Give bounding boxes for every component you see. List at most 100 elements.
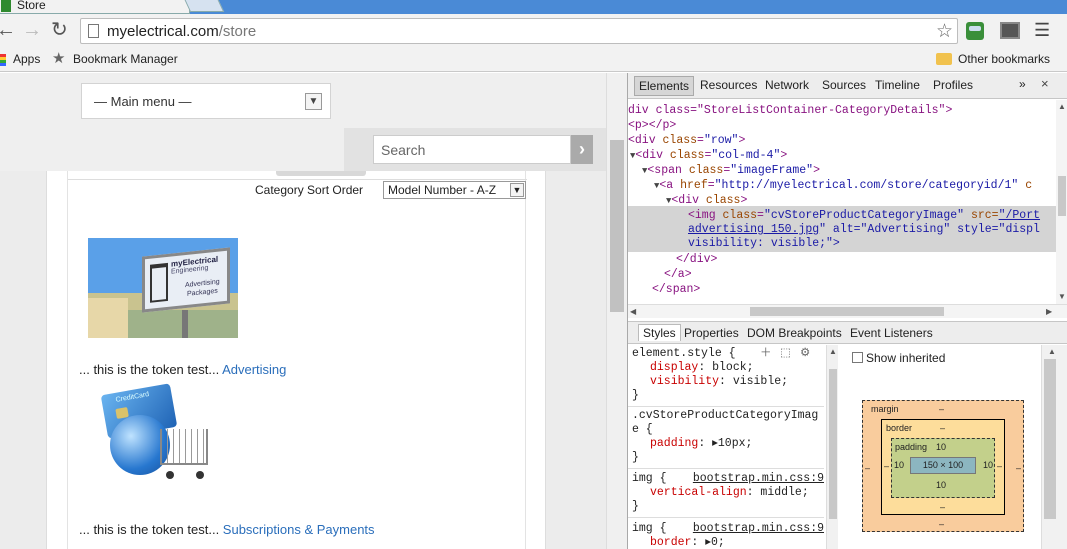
tab-properties[interactable]: Properties: [684, 326, 739, 340]
list-item: ... this is the token test... Advertisin…: [79, 362, 286, 377]
advertising-image[interactable]: myElectrical Engineering Advertising Pac…: [88, 238, 238, 338]
scrollbar-thumb[interactable]: [610, 140, 624, 312]
scrollbar-thumb[interactable]: [829, 369, 837, 519]
url-text[interactable]: myelectrical.com/store: [107, 23, 256, 40]
box-model-content[interactable]: 150 × 100: [910, 457, 976, 474]
scrollbar-thumb[interactable]: [1044, 359, 1056, 519]
rule-selector: element.style {: [632, 347, 736, 360]
style-rule[interactable]: .cvStoreProductCategoryImag e { padding:…: [632, 409, 824, 465]
dom-vertical-scrollbar[interactable]: ▲ ▼: [1056, 100, 1067, 304]
add-rule-icon[interactable]: ＋: [760, 347, 772, 361]
dom-line[interactable]: ▼<div class>: [666, 193, 747, 208]
tab-sources[interactable]: Sources: [822, 78, 866, 92]
box-model-margin[interactable]: margin – – – – border – – – – padding 10…: [862, 400, 1024, 532]
box-model-border[interactable]: border – – – – padding 10 10 10 10 150 ×…: [881, 419, 1005, 515]
tab-event-listeners[interactable]: Event Listeners: [850, 326, 933, 340]
style-rule[interactable]: img {bootstrap.min.css:9 vertical-align:…: [632, 472, 824, 514]
style-rule[interactable]: element.style { ＋ ⬚ ⚙ display: block; vi…: [632, 347, 824, 403]
tab-timeline[interactable]: Timeline: [875, 78, 920, 92]
tab-dom-breakpoints[interactable]: DOM Breakpoints: [747, 326, 842, 340]
stylesheet-link[interactable]: bootstrap.min.css:9: [693, 472, 824, 486]
divider: [628, 406, 824, 407]
scroll-down-icon[interactable]: ▼: [1058, 292, 1066, 301]
tab-network[interactable]: Network: [765, 78, 809, 92]
billboard-text: Packages: [187, 287, 218, 298]
bookmark-apps[interactable]: Apps: [13, 52, 40, 66]
divider: [628, 468, 824, 469]
address-bar[interactable]: myelectrical.com/store ☆: [80, 18, 958, 44]
category-link-subscriptions[interactable]: Subscriptions & Payments: [223, 522, 375, 537]
box-model-padding[interactable]: padding 10 10 10 10 150 × 100: [891, 438, 995, 498]
dom-line[interactable]: ▼<span class="imageFrame">: [642, 163, 820, 178]
dom-line-selected[interactable]: <img class="cvStoreProductCategoryImage"…: [688, 208, 1040, 223]
category-link-advertising[interactable]: Advertising: [222, 362, 286, 377]
chevron-down-icon[interactable]: ▼: [305, 93, 322, 110]
page-viewport: — Main menu — ▼ › Category Sort Order Mo…: [0, 73, 627, 549]
sort-label: Category Sort Order: [255, 183, 364, 197]
dom-line[interactable]: div class="StoreListContainer-CategoryDe…: [628, 103, 952, 118]
styles-scrollbar[interactable]: ▲: [826, 345, 838, 549]
checkbox[interactable]: [852, 352, 863, 363]
menu-icon[interactable]: ☰: [1034, 20, 1050, 41]
metrics-pane: Show inherited margin – – – – border – –…: [840, 345, 1040, 549]
reload-icon[interactable]: ↻: [51, 20, 68, 40]
style-rule[interactable]: img {bootstrap.min.css:9 border: ▸0;: [632, 522, 824, 549]
monitor-extension-icon[interactable]: [1000, 22, 1020, 39]
scrollbar-thumb[interactable]: [1058, 176, 1066, 216]
search-arrow-icon[interactable]: ›: [571, 135, 593, 164]
close-icon[interactable]: ×: [1041, 76, 1049, 91]
sort-order-select[interactable]: Model Number - A-Z ▼: [383, 181, 526, 199]
tab-profiles[interactable]: Profiles: [933, 78, 973, 92]
scroll-up-icon[interactable]: ▲: [829, 347, 837, 356]
element-state-icon[interactable]: ⬚: [780, 347, 791, 361]
main-menu-select[interactable]: — Main menu — ▼: [81, 83, 331, 119]
browser-tab[interactable]: Store: [0, 0, 190, 14]
chevron-down-icon[interactable]: ▼: [510, 183, 524, 197]
dom-line[interactable]: </div>: [676, 252, 717, 267]
forward-icon[interactable]: →: [22, 20, 42, 40]
divider: [68, 179, 527, 180]
dom-horizontal-scrollbar[interactable]: ◀ ▶: [628, 304, 1067, 318]
dom-line[interactable]: <div class="row">: [628, 133, 745, 148]
building-shape: [88, 298, 128, 338]
folder-icon: [936, 53, 952, 65]
stylesheet-link[interactable]: bootstrap.min.css:9: [693, 522, 824, 536]
cart-wheel: [196, 471, 204, 479]
bookmark-manager[interactable]: Bookmark Manager: [73, 52, 178, 66]
cart-wheel: [166, 471, 174, 479]
dom-line[interactable]: </a>: [664, 267, 692, 282]
styles-tabbar: Styles Properties DOM Breakpoints Event …: [628, 321, 1067, 344]
sort-value: Model Number - A-Z: [388, 183, 497, 197]
dom-line[interactable]: <p></p>: [628, 118, 676, 133]
scroll-up-icon[interactable]: ▲: [1058, 102, 1066, 111]
tab-resources[interactable]: Resources: [700, 78, 757, 92]
dom-line-selected[interactable]: advertising 150.jpg" alt="Advertising" s…: [688, 222, 1040, 237]
back-icon[interactable]: ←: [0, 20, 16, 40]
search-input[interactable]: [373, 135, 571, 164]
more-tabs-icon[interactable]: »: [1019, 77, 1026, 91]
panel-tab: [276, 171, 366, 176]
bookmark-star-icon[interactable]: ☆: [936, 20, 953, 43]
scroll-up-icon[interactable]: ▲: [1048, 347, 1056, 356]
tab-elements[interactable]: Elements: [634, 76, 695, 96]
dom-line-selected[interactable]: visibility: visible;">: [688, 236, 840, 251]
scroll-right-icon[interactable]: ▶: [1046, 307, 1052, 316]
item-text: ... this is the token test...: [79, 362, 223, 377]
item-text: ... this is the token test...: [79, 522, 223, 537]
divider: [628, 517, 824, 518]
extension-icon[interactable]: [966, 22, 984, 40]
scrollbar-thumb[interactable]: [750, 307, 944, 316]
dom-line[interactable]: </span>: [652, 282, 700, 297]
dom-line[interactable]: ▼<a href="http://myelectrical.com/store/…: [654, 178, 1032, 193]
page-header: — Main menu — ▼ ›: [0, 73, 606, 171]
tab-styles[interactable]: Styles: [638, 324, 681, 341]
dom-line[interactable]: ▼<div class="col-md-4">: [630, 148, 787, 163]
scroll-left-icon[interactable]: ◀: [630, 307, 636, 316]
show-inherited-checkbox[interactable]: Show inherited: [852, 351, 945, 365]
subscriptions-image[interactable]: CreditCard: [98, 383, 216, 489]
other-bookmarks[interactable]: Other bookmarks: [958, 52, 1050, 66]
devtools-scrollbar[interactable]: ▲: [1041, 345, 1067, 549]
image-src-link: advertising 150.jpg: [688, 223, 820, 236]
gear-icon[interactable]: ⚙: [800, 347, 810, 361]
page-scrollbar[interactable]: [606, 73, 627, 549]
